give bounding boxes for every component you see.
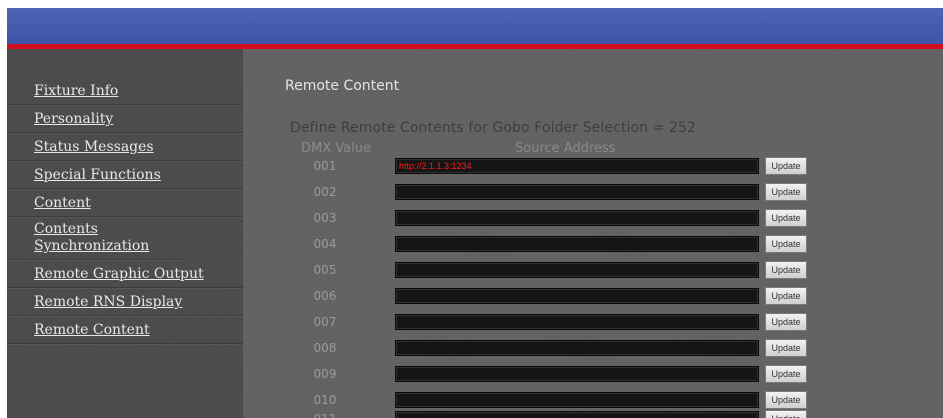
section-heading: Define Remote Contents for Gobo Folder S… <box>290 120 697 136</box>
dmx-value: 002 <box>313 185 337 199</box>
source-address-input[interactable] <box>395 158 759 174</box>
update-button[interactable]: Update <box>765 339 807 357</box>
dmx-value: 006 <box>313 289 337 303</box>
table-row: 003 Update <box>7 206 943 230</box>
dmx-value: 004 <box>313 237 337 251</box>
sidebar-item-personality[interactable]: Personality <box>7 105 243 133</box>
source-address-input[interactable] <box>395 340 759 356</box>
source-address-input[interactable] <box>395 210 759 226</box>
dmx-value: 009 <box>313 367 337 381</box>
sidebar-item-fixture-info[interactable]: Fixture Info <box>7 77 243 105</box>
table-row: 011 Update <box>7 407 943 418</box>
page-title: Remote Content <box>285 78 400 94</box>
dmx-value: 003 <box>313 211 337 225</box>
table-row: 006 Update <box>7 284 943 308</box>
update-button[interactable]: Update <box>765 183 807 201</box>
source-address-input[interactable] <box>395 411 759 418</box>
table-row: 009 Update <box>7 362 943 386</box>
source-address-input[interactable] <box>395 184 759 200</box>
update-button[interactable]: Update <box>765 235 807 253</box>
update-button[interactable]: Update <box>765 157 807 175</box>
update-button[interactable]: Update <box>765 261 807 279</box>
header-bar <box>7 8 943 44</box>
table-row: 001 Update <box>7 154 943 178</box>
app-frame: Fixture Info Personality Status Messages… <box>7 8 943 418</box>
source-address-input[interactable] <box>395 366 759 382</box>
table-row: 008 Update <box>7 336 943 360</box>
dmx-value: 001 <box>313 159 337 173</box>
update-button[interactable]: Update <box>765 209 807 227</box>
table-row: 005 Update <box>7 258 943 282</box>
table-row: 007 Update <box>7 310 943 334</box>
dmx-value: 008 <box>313 341 337 355</box>
update-button[interactable]: Update <box>765 365 807 383</box>
dmx-value: 005 <box>313 263 337 277</box>
source-address-input[interactable] <box>395 262 759 278</box>
update-button[interactable]: Update <box>765 410 807 418</box>
update-button[interactable]: Update <box>765 287 807 305</box>
source-address-input[interactable] <box>395 314 759 330</box>
source-address-input[interactable] <box>395 392 759 408</box>
table-row: 004 Update <box>7 232 943 256</box>
dmx-value: 011 <box>305 407 345 418</box>
table-row: 002 Update <box>7 180 943 204</box>
source-address-input[interactable] <box>395 288 759 304</box>
update-button[interactable]: Update <box>765 313 807 331</box>
dmx-value: 007 <box>313 315 337 329</box>
source-address-input[interactable] <box>395 236 759 252</box>
